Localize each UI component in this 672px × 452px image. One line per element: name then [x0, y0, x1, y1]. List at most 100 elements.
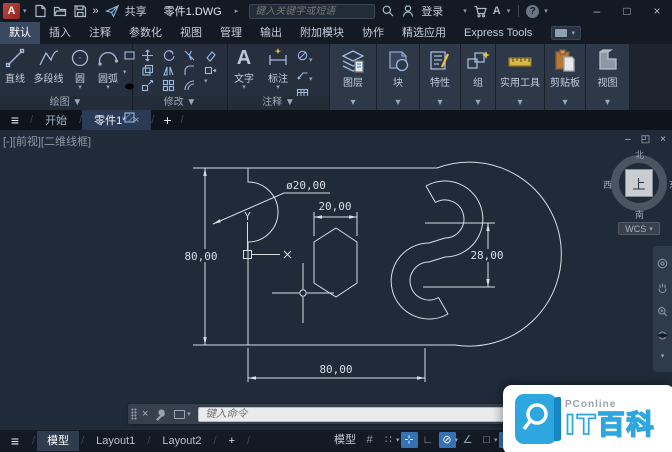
orbit-icon[interactable] [657, 330, 668, 341]
search-icon[interactable] [381, 4, 395, 18]
viewcube-west[interactable]: 西 [603, 178, 612, 191]
osnap-toggle-icon[interactable]: □ [478, 432, 495, 448]
arc-flyout-icon[interactable]: ▾ [106, 85, 110, 91]
circle-flyout-icon[interactable]: ▾ [78, 85, 82, 91]
block-flyout-icon[interactable]: ▾ [377, 96, 419, 110]
store-cart-icon[interactable] [473, 4, 487, 18]
pan-icon[interactable] [657, 282, 668, 293]
help-caret-icon[interactable]: ▾ [541, 7, 551, 15]
panel-clipboard[interactable]: 剪贴板 ▾ [545, 44, 586, 110]
mirror-icon[interactable] [162, 64, 175, 77]
text-tool[interactable]: A 文字 ▾ [228, 47, 260, 103]
autodesk-caret-icon[interactable]: ▾ [504, 7, 514, 15]
tab-parametric[interactable]: 参数化 [120, 22, 171, 44]
annotate-panel-label[interactable]: 注释 ▼ [228, 96, 329, 110]
tab-express-tools[interactable]: Express Tools [455, 22, 541, 44]
help-icon[interactable]: ? [526, 5, 539, 18]
drawing-close-icon[interactable]: × [660, 134, 666, 145]
panel-views[interactable]: 视图 ▾ [586, 44, 630, 110]
drawing-minimize-icon[interactable]: – [625, 134, 631, 145]
open-folder-icon[interactable] [53, 4, 67, 18]
new-drawing-button[interactable]: + [154, 110, 180, 130]
title-flyout-icon[interactable]: ▸ [232, 7, 242, 15]
autocad-logo[interactable]: A [3, 3, 20, 19]
circle-tool[interactable]: 圆 ▾ [67, 47, 93, 139]
tab-manage[interactable]: 管理 [211, 22, 251, 44]
leader-tool[interactable]: ▾ [296, 68, 313, 84]
tab-view[interactable]: 视图 [171, 22, 211, 44]
tab-featured-apps[interactable]: 精选应用 [393, 22, 455, 44]
line-tool[interactable]: 直线 [0, 47, 30, 139]
viewcube-south[interactable]: 南 [635, 208, 644, 221]
tab-addins[interactable]: 附加模块 [291, 22, 353, 44]
grid-toggle-icon[interactable]: # [361, 432, 378, 448]
copy-icon[interactable] [141, 64, 154, 77]
dim-flyout-icon[interactable]: ▾ [276, 85, 280, 91]
panel-groups[interactable]: 组 ▾ [461, 44, 496, 110]
snap-caret-icon[interactable]: ▾ [396, 436, 400, 444]
navigation-bar[interactable]: ▾ [653, 246, 672, 372]
groups-flyout-icon[interactable]: ▾ [461, 96, 495, 110]
utilities-flyout-icon[interactable]: ▾ [496, 96, 544, 110]
steering-wheel-icon[interactable] [657, 258, 668, 269]
polar-tracking-toggle-icon[interactable]: ⊘ [439, 432, 456, 448]
search-input[interactable] [250, 6, 374, 17]
customize-wrench-icon[interactable] [153, 408, 166, 421]
offset-icon[interactable] [183, 79, 196, 92]
command-close-icon[interactable]: × [142, 408, 148, 420]
drawing-restore-icon[interactable]: ◰ [641, 134, 650, 145]
navbar-more-icon[interactable]: ▾ [661, 354, 665, 360]
qat-expand-icon[interactable]: » [93, 5, 99, 17]
sign-in-label[interactable]: 登录 [421, 3, 443, 19]
tab-collaborate[interactable]: 协作 [353, 22, 393, 44]
command-drag-grip[interactable] [131, 408, 137, 420]
recent-commands-button[interactable]: ▾ [171, 407, 193, 421]
modify-more-icon[interactable]: ▾ [204, 79, 219, 92]
polyline-tool[interactable]: 多段线 [30, 47, 67, 139]
erase-icon[interactable] [204, 49, 217, 62]
center-mark-tool[interactable]: ▾ [296, 49, 313, 65]
draw-panel-label[interactable]: 绘图 ▼ [0, 96, 132, 110]
viewport-controls[interactable]: [-][前视][二维线框] [3, 133, 91, 149]
viewcube[interactable]: 北 南 西 东 上 WCS▾ [608, 148, 672, 234]
ribbon-display-toggle[interactable]: ▾ [551, 26, 581, 40]
polar-caret-icon[interactable]: ▾ [455, 436, 459, 444]
array-icon[interactable] [162, 79, 175, 92]
share-label[interactable]: 共享 [125, 3, 147, 19]
viewcube-top-face[interactable]: 上 [625, 169, 653, 197]
panel-layers[interactable]: 图层 ▾ [330, 44, 377, 110]
minimize-button[interactable]: – [586, 4, 608, 18]
save-icon[interactable] [73, 4, 87, 18]
tab-annotate[interactable]: 注释 [80, 22, 120, 44]
tab-home[interactable]: 默认 [0, 22, 40, 44]
user-icon[interactable] [401, 4, 415, 18]
dimension-tool[interactable]: 标注 ▾ [260, 47, 296, 103]
osnap-caret-icon[interactable]: ▾ [494, 436, 498, 444]
autodesk-mark-icon[interactable]: A [493, 5, 501, 17]
tab-insert[interactable]: 插入 [40, 22, 80, 44]
panel-properties[interactable]: 特性 ▾ [420, 44, 461, 110]
zoom-extents-icon[interactable] [657, 306, 668, 317]
properties-flyout-icon[interactable]: ▾ [420, 96, 460, 110]
tab-output[interactable]: 输出 [251, 22, 291, 44]
dynamic-input-toggle-icon[interactable]: ⊹ [401, 432, 418, 448]
rotate-icon[interactable] [162, 49, 175, 62]
move-icon[interactable] [141, 49, 154, 62]
modify-panel-label[interactable]: 修改 ▼ [133, 96, 227, 110]
layout2-tab[interactable]: Layout2 [152, 431, 211, 451]
layout1-tab[interactable]: Layout1 [86, 431, 145, 451]
model-paper-toggle[interactable]: 模型 [331, 432, 359, 448]
close-button[interactable]: × [646, 4, 668, 18]
panel-block[interactable]: 块 ▾ [377, 44, 420, 110]
views-flyout-icon[interactable]: ▾ [586, 96, 629, 110]
status-menu-icon[interactable]: ≡ [0, 433, 30, 449]
isodraft-toggle-icon[interactable]: ∠ [459, 432, 476, 448]
arc-tool[interactable]: 圆弧 ▾ [93, 47, 123, 139]
model-tab[interactable]: 模型 [37, 431, 79, 451]
text-flyout-icon[interactable]: ▾ [242, 85, 246, 91]
ortho-toggle-icon[interactable]: ∟ [420, 432, 437, 448]
app-menu-caret-icon[interactable]: ▾ [20, 7, 30, 15]
signin-caret-icon[interactable]: ▾ [460, 7, 470, 15]
fillet-icon[interactable] [183, 64, 196, 77]
clipboard-flyout-icon[interactable]: ▾ [545, 96, 585, 110]
